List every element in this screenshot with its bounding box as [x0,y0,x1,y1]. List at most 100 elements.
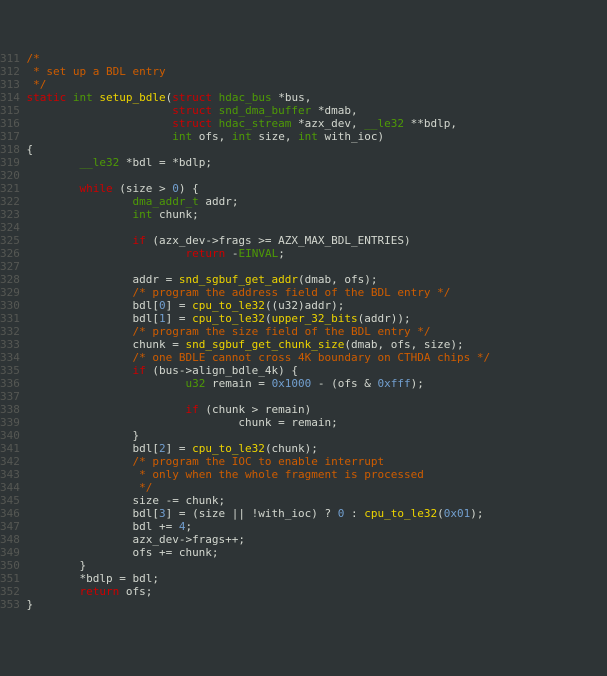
line-number: 343 [0,468,27,481]
code-token [27,104,173,117]
code-token: return [185,247,225,260]
code-line[interactable]: 341 bdl[2] = cpu_to_le32(chunk); [0,442,607,455]
code-line[interactable]: 316 struct hdac_stream *azx_dev, __le32 … [0,117,607,130]
code-line[interactable]: 339 chunk = remain; [0,416,607,429]
code-line[interactable]: 322 dma_addr_t addr; [0,195,607,208]
code-token: { [27,143,34,156]
code-line[interactable]: 335 if (bus->align_bdle_4k) { [0,364,607,377]
line-number: 325 [0,234,27,247]
line-number: 312 [0,65,27,78]
code-token: ] = [166,299,193,312]
code-viewport[interactable]: 311 /*312 * set up a BDL entry313 */314 … [0,52,607,611]
code-token: (addr)); [358,312,411,325]
code-line[interactable]: 351 *bdlp = bdl; [0,572,607,585]
line-number: 333 [0,338,27,351]
line-number: 314 [0,91,27,104]
code-line[interactable]: 313 */ [0,78,607,91]
code-line[interactable]: 319 __le32 *bdl = *bdlp; [0,156,607,169]
line-number: 350 [0,559,27,572]
code-token: while [79,182,112,195]
code-token: bdl += [27,520,179,533]
code-line[interactable]: 324 [0,221,607,234]
code-line[interactable]: 350 } [0,559,607,572]
line-number: 353 [0,598,27,611]
code-line[interactable]: 337 [0,390,607,403]
code-token: int [172,130,192,143]
code-token: */ [132,481,152,494]
code-token: * set up a BDL entry [27,65,166,78]
code-line[interactable]: 311 /* [0,52,607,65]
code-token: 0 [172,182,179,195]
code-token: /* [27,52,40,65]
code-line[interactable]: 344 */ [0,481,607,494]
line-number: 332 [0,325,27,338]
line-number: 328 [0,273,27,286]
code-line[interactable]: 336 u32 remain = 0x1000 - (ofs & 0xfff); [0,377,607,390]
code-token: (azx_dev->frags >= AZX_MAX_BDL_ENTRIES) [146,234,411,247]
code-line[interactable]: 328 addr = snd_sgbuf_get_addr(dmab, ofs)… [0,273,607,286]
code-line[interactable]: 346 bdl[3] = (size || !with_ioc) ? 0 : c… [0,507,607,520]
code-line[interactable]: 332 /* program the size field of the BDL… [0,325,607,338]
code-token [27,468,133,481]
code-line[interactable]: 349 ofs += chunk; [0,546,607,559]
code-token: **bdlp, [404,117,457,130]
code-line[interactable]: 333 chunk = snd_sgbuf_get_chunk_size(dma… [0,338,607,351]
code-token: *bdl = *bdlp; [119,156,212,169]
code-line[interactable]: 340 } [0,429,607,442]
code-token: __le32 [364,117,404,130]
code-line[interactable]: 345 size -= chunk; [0,494,607,507]
code-token: /* one BDLE cannot cross 4K boundary on … [132,351,490,364]
code-token: 0x1000 [272,377,312,390]
code-line[interactable]: 329 /* program the address field of the … [0,286,607,299]
code-token: cpu_to_le32 [192,299,265,312]
code-line[interactable]: 320 [0,169,607,182]
code-line[interactable]: 347 bdl += 4; [0,520,607,533]
code-line[interactable]: 312 * set up a BDL entry [0,65,607,78]
code-token [27,156,80,169]
code-token: ; [278,247,285,260]
code-token: */ [27,78,47,91]
code-token: bdl[ [27,442,159,455]
code-token: 0 [159,299,166,312]
code-token: - (ofs & [311,377,377,390]
code-line[interactable]: 331 bdl[1] = cpu_to_le32(upper_32_bits(a… [0,312,607,325]
code-token [212,117,219,130]
code-line[interactable]: 325 if (azx_dev->frags >= AZX_MAX_BDL_EN… [0,234,607,247]
code-line[interactable]: 315 struct snd_dma_buffer *dmab, [0,104,607,117]
code-token [27,325,133,338]
line-number: 341 [0,442,27,455]
line-number: 351 [0,572,27,585]
code-token [27,247,186,260]
line-number: 329 [0,286,27,299]
code-line[interactable]: 321 while (size > 0) { [0,182,607,195]
code-line[interactable]: 317 int ofs, int size, int with_ioc) [0,130,607,143]
code-line[interactable]: 343 * only when the whole fragment is pr… [0,468,607,481]
line-number: 347 [0,520,27,533]
code-line[interactable]: 334 /* one BDLE cannot cross 4K boundary… [0,351,607,364]
code-line[interactable]: 330 bdl[0] = cpu_to_le32((u32)addr); [0,299,607,312]
code-token: addr; [199,195,239,208]
line-number: 323 [0,208,27,221]
code-line[interactable]: 318 { [0,143,607,156]
code-token [27,182,80,195]
code-line[interactable]: 353 } [0,598,607,611]
line-number: 326 [0,247,27,260]
code-token: struct [172,104,212,117]
code-line[interactable]: 314 static int setup_bdle(struct hdac_bu… [0,91,607,104]
code-token: if [132,234,145,247]
code-token: 1 [159,312,166,325]
code-line[interactable]: 326 return -EINVAL; [0,247,607,260]
code-token: *azx_dev, [291,117,364,130]
code-line[interactable]: 352 return ofs; [0,585,607,598]
code-token [27,455,133,468]
code-line[interactable]: 342 /* program the IOC to enable interru… [0,455,607,468]
code-line[interactable]: 323 int chunk; [0,208,607,221]
code-token: (size > [113,182,173,195]
code-token [27,195,133,208]
code-line[interactable]: 338 if (chunk > remain) [0,403,607,416]
code-token: setup_bdle [99,91,165,104]
line-number: 344 [0,481,27,494]
code-line[interactable]: 348 azx_dev->frags++; [0,533,607,546]
code-token: (bus->align_bdle_4k) { [146,364,298,377]
code-line[interactable]: 327 [0,260,607,273]
